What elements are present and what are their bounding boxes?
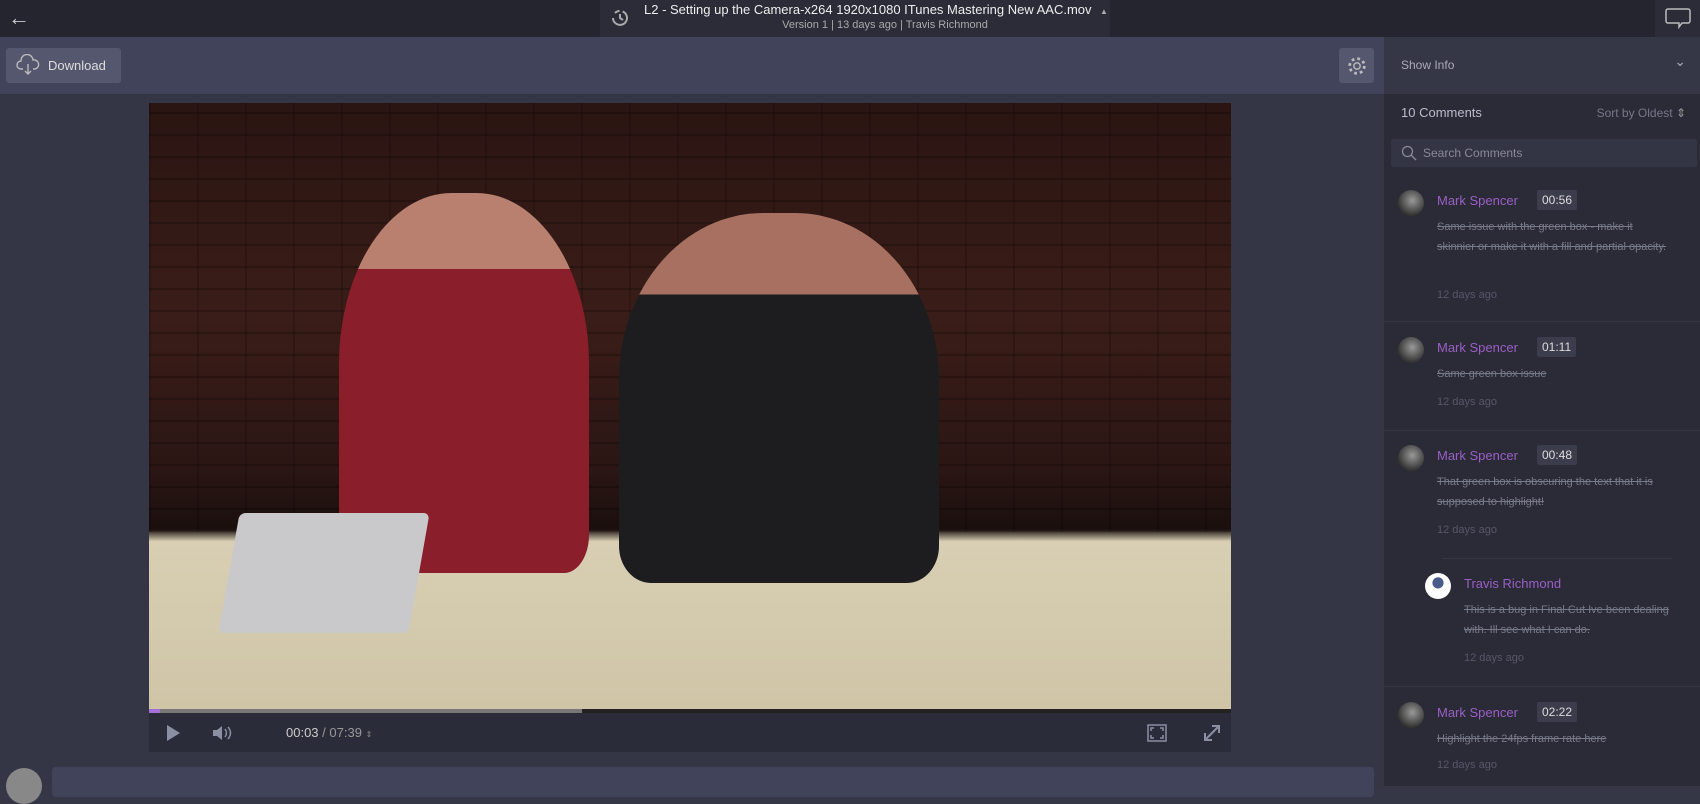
uploader: Travis Richmond xyxy=(905,19,988,31)
separator: | xyxy=(900,19,903,31)
file-title: L2 - Setting up the Camera-x264 1920x108… xyxy=(644,2,1092,17)
download-label: Download xyxy=(48,58,106,73)
fullscreen-icon[interactable] xyxy=(1202,723,1222,743)
comment-author[interactable]: Mark Spencer xyxy=(1437,193,1518,208)
video-person-right xyxy=(619,213,939,583)
player-controls: 00:03 / 07:39 ⇕ xyxy=(149,713,1231,752)
file-title-box: L2 - Setting up the Camera-x264 1920x108… xyxy=(600,0,1110,37)
avatar xyxy=(1398,445,1424,471)
chat-bubble-icon xyxy=(1665,8,1691,29)
comment-timestamp[interactable]: 00:48 xyxy=(1537,445,1578,465)
time-display[interactable]: 00:03 / 07:39 ⇕ xyxy=(286,725,372,740)
video-frame[interactable] xyxy=(149,103,1231,712)
reply-divider xyxy=(1442,558,1672,559)
comment-text: Highlight the 24fps frame rate here xyxy=(1437,733,1607,745)
file-meta: Version 1 | 13 days ago | Travis Richmon… xyxy=(600,19,1110,31)
avatar xyxy=(1425,573,1451,599)
upload-age: 13 days ago xyxy=(837,19,897,31)
comment-text: Same green box issue xyxy=(1437,368,1547,380)
show-info-label: Show Info xyxy=(1401,58,1455,72)
comment-timestamp[interactable]: 01:11 xyxy=(1537,337,1577,357)
download-button[interactable]: Download xyxy=(6,48,121,83)
cloud-download-icon xyxy=(16,54,40,75)
settings-button[interactable] xyxy=(1339,48,1374,83)
avatar xyxy=(1398,190,1424,216)
comment-age: 12 days ago xyxy=(1437,396,1497,408)
comment-author[interactable]: Mark Spencer xyxy=(1437,448,1518,463)
time-separator: / xyxy=(322,725,326,740)
comment-input[interactable] xyxy=(52,767,1374,797)
divider xyxy=(1384,430,1700,431)
chevron-down-icon: ⌄ xyxy=(1674,53,1686,69)
top-bar: ← L2 - Setting up the Camera-x264 1920x1… xyxy=(0,0,1700,37)
comment-author[interactable]: Mark Spencer xyxy=(1437,705,1518,720)
back-arrow-icon[interactable]: ← xyxy=(8,6,32,30)
avatar xyxy=(1398,702,1424,728)
comment-timestamp[interactable]: 00:56 xyxy=(1537,190,1578,210)
caret-up-icon[interactable]: ▲ xyxy=(1100,7,1108,16)
comment-age: 12 days ago xyxy=(1464,652,1524,664)
toolbar: Download xyxy=(0,37,1384,94)
comment-author[interactable]: Mark Spencer xyxy=(1437,340,1518,355)
current-user-avatar xyxy=(6,768,42,804)
search-placeholder: Search Comments xyxy=(1423,146,1523,160)
sort-arrows-icon: ⇕ xyxy=(1675,106,1686,120)
avatar xyxy=(1398,337,1424,363)
show-info-toggle[interactable]: Show Info ⌄ xyxy=(1384,37,1700,94)
duration: 07:39 xyxy=(329,725,362,740)
sort-label: Sort by Oldest xyxy=(1596,106,1673,120)
divider xyxy=(1384,686,1700,687)
comment-text: That green box is obscuring the text tha… xyxy=(1437,476,1653,508)
comment-age: 12 days ago xyxy=(1437,289,1497,301)
divider xyxy=(1384,321,1700,322)
sort-dropdown[interactable]: Sort by Oldest ⇕ xyxy=(1597,106,1686,120)
video-laptop xyxy=(218,513,430,633)
comments-sidebar: Show Info ⌄ 10 Comments Sort by Oldest ⇕… xyxy=(1384,37,1700,786)
comment-age: 12 days ago xyxy=(1437,524,1497,536)
fit-frame-icon[interactable] xyxy=(1147,724,1167,742)
comment-text: This is a bug in Final Cut Ive been deal… xyxy=(1464,604,1669,636)
comments-toggle-button[interactable] xyxy=(1655,0,1700,37)
comment-count: 10 Comments xyxy=(1401,105,1482,120)
gear-icon xyxy=(1348,57,1366,75)
version-label[interactable]: Version 1 xyxy=(782,19,828,31)
comment-timestamp[interactable]: 02:22 xyxy=(1537,702,1578,722)
comment-author[interactable]: Travis Richmond xyxy=(1464,576,1561,591)
comment-age: 12 days ago xyxy=(1437,759,1497,771)
timecode-toggle-icon[interactable]: ⇕ xyxy=(366,730,373,739)
play-icon[interactable] xyxy=(166,725,180,741)
search-comments[interactable]: Search Comments xyxy=(1391,139,1697,167)
search-icon xyxy=(1401,145,1417,161)
current-time: 00:03 xyxy=(286,725,319,740)
volume-icon[interactable] xyxy=(212,724,234,742)
separator: | xyxy=(831,19,834,31)
comment-text: Same issue with the green box - make it … xyxy=(1437,221,1667,253)
